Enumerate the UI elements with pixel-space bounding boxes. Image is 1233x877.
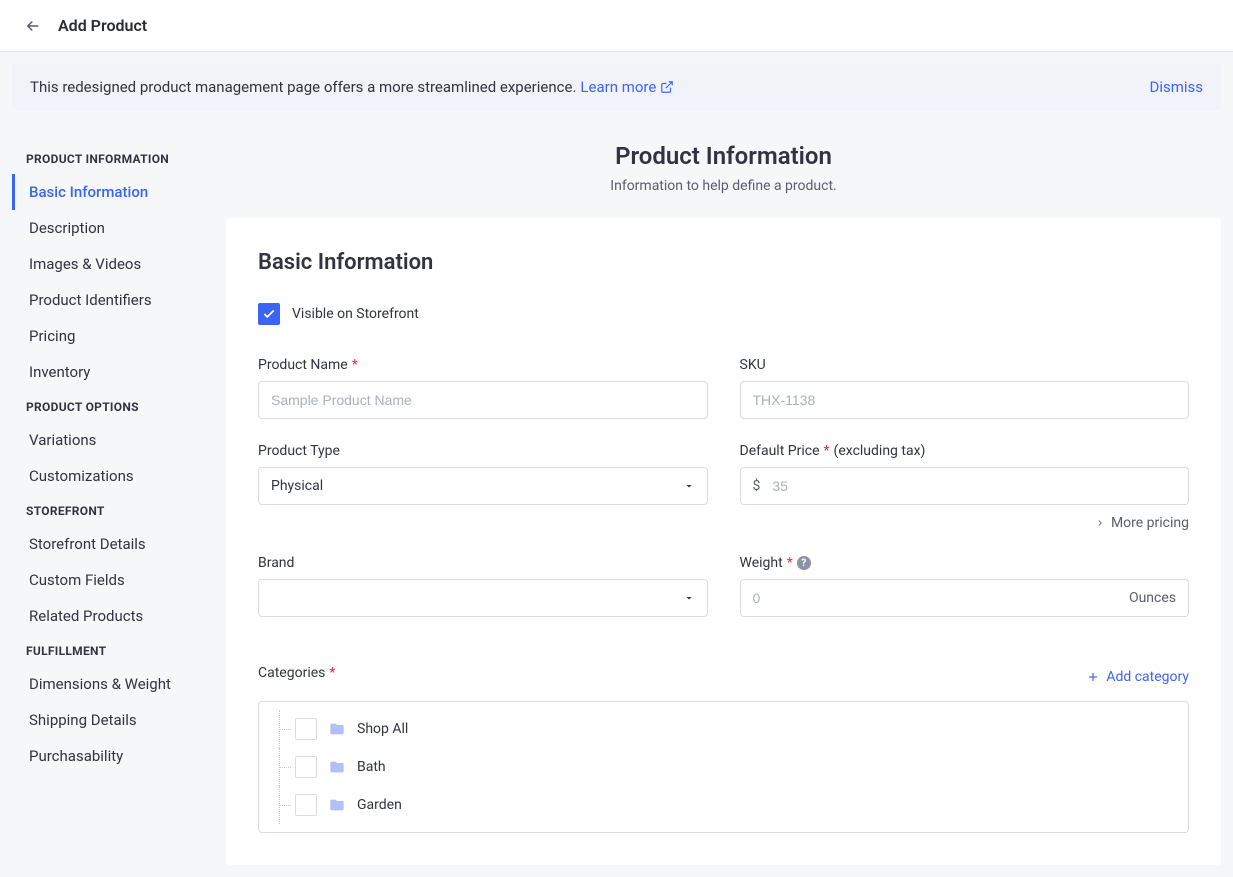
sidebar-item-customizations[interactable]: Customizations — [12, 458, 202, 494]
sidebar-item-variations[interactable]: Variations — [12, 422, 202, 458]
sidebar-item-images-videos[interactable]: Images & Videos — [12, 246, 202, 282]
category-tree: Shop All Bath — [258, 701, 1189, 833]
plus-icon — [1086, 670, 1100, 684]
basic-info-card: Basic Information Visible on Storefront … — [226, 218, 1221, 865]
sidebar-item-custom-fields[interactable]: Custom Fields — [12, 562, 202, 598]
category-label: Bath — [357, 759, 386, 775]
product-type-select[interactable]: Physical — [258, 467, 708, 505]
dismiss-button[interactable]: Dismiss — [1149, 78, 1203, 96]
check-icon — [262, 307, 276, 321]
chevron-down-icon — [683, 592, 695, 604]
visible-storefront-label: Visible on Storefront — [292, 306, 419, 322]
folder-icon — [329, 759, 345, 775]
external-link-icon — [660, 80, 674, 94]
category-label: Garden — [357, 797, 402, 813]
sku-label: SKU — [740, 357, 1190, 373]
product-name-label: Product Name* — [258, 357, 708, 373]
sidebar-item-pricing[interactable]: Pricing — [12, 318, 202, 354]
sidebar-item-product-identifiers[interactable]: Product Identifiers — [12, 282, 202, 318]
default-price-input[interactable] — [772, 468, 1188, 504]
section-title: Product Information — [226, 142, 1221, 170]
weight-unit: Ounces — [1117, 590, 1188, 606]
default-price-label: Default Price* (excluding tax) — [740, 443, 1190, 459]
default-price-input-group: $ — [740, 467, 1190, 505]
info-banner: This redesigned product management page … — [12, 64, 1221, 110]
back-arrow-icon[interactable] — [24, 17, 42, 35]
weight-label: Weight* ? — [740, 555, 1190, 571]
sidebar-item-inventory[interactable]: Inventory — [12, 354, 202, 390]
category-label: Shop All — [357, 721, 408, 737]
category-tree-item: Shop All — [259, 710, 1188, 748]
category-checkbox[interactable] — [295, 756, 317, 778]
sidebar-group-label: PRODUCT OPTIONS — [12, 390, 202, 422]
folder-icon — [329, 797, 345, 813]
sidebar: PRODUCT INFORMATION Basic Information De… — [12, 134, 202, 865]
currency-prefix: $ — [741, 478, 773, 494]
chevron-down-icon — [683, 480, 695, 492]
page-title: Add Product — [58, 16, 147, 35]
sidebar-item-basic-information[interactable]: Basic Information — [12, 174, 202, 210]
visible-storefront-checkbox[interactable] — [258, 303, 280, 325]
weight-input[interactable] — [741, 580, 1117, 616]
categories-label: Categories* — [258, 665, 335, 681]
sidebar-group-label: FULFILLMENT — [12, 634, 202, 666]
category-tree-item: Bath — [259, 748, 1188, 786]
sidebar-group-label: PRODUCT INFORMATION — [12, 142, 202, 174]
learn-more-link[interactable]: Learn more — [580, 78, 674, 96]
sidebar-item-dimensions-weight[interactable]: Dimensions & Weight — [12, 666, 202, 702]
sidebar-item-description[interactable]: Description — [12, 210, 202, 246]
card-title: Basic Information — [258, 250, 1189, 275]
weight-input-group: Ounces — [740, 579, 1190, 617]
sku-input[interactable] — [740, 381, 1190, 419]
category-tree-item: Garden — [259, 786, 1188, 824]
brand-label: Brand — [258, 555, 708, 571]
banner-text: This redesigned product management page … — [30, 78, 576, 96]
sidebar-group-label: STOREFRONT — [12, 494, 202, 526]
product-name-input[interactable] — [258, 381, 708, 419]
category-checkbox[interactable] — [295, 794, 317, 816]
brand-select[interactable] — [258, 579, 708, 617]
category-checkbox[interactable] — [295, 718, 317, 740]
product-type-label: Product Type — [258, 443, 708, 459]
chevron-right-icon — [1095, 518, 1105, 528]
add-category-button[interactable]: Add category — [1086, 669, 1189, 685]
more-pricing-toggle[interactable]: More pricing — [740, 515, 1190, 531]
help-icon[interactable]: ? — [797, 556, 811, 570]
sidebar-item-related-products[interactable]: Related Products — [12, 598, 202, 634]
folder-icon — [329, 721, 345, 737]
page-header: Add Product — [0, 0, 1233, 52]
section-subtitle: Information to help define a product. — [226, 178, 1221, 194]
sidebar-item-storefront-details[interactable]: Storefront Details — [12, 526, 202, 562]
main-content: Product Information Information to help … — [226, 134, 1221, 865]
sidebar-item-shipping-details[interactable]: Shipping Details — [12, 702, 202, 738]
sidebar-item-purchasability[interactable]: Purchasability — [12, 738, 202, 774]
